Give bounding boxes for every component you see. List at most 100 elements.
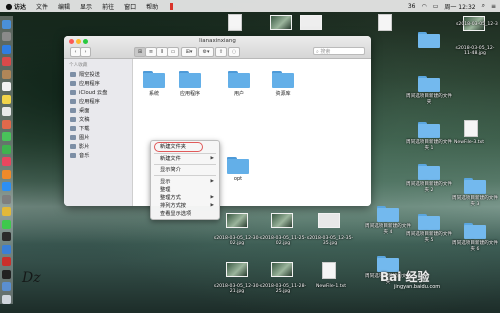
wifi-icon[interactable]: ◠ <box>421 3 426 10</box>
search-icon[interactable]: ⌕ <box>482 2 485 10</box>
folder-label: 用户 <box>233 91 244 97</box>
menu-edit[interactable]: 编辑 <box>58 2 70 11</box>
menu-item-clean-up-by[interactable]: 整理方式 <box>160 194 181 201</box>
folder-label: 系统 <box>148 91 159 97</box>
downloads-icon[interactable] <box>2 282 11 292</box>
menu-bar: ● 访达 文件 编辑 显示 前往 窗口 帮助 36 ◠ ▭ 周一 12:32 ⌕… <box>0 0 500 12</box>
sidebar-item-downloads[interactable]: 下载 <box>70 124 89 132</box>
desktop-icon <box>70 107 76 113</box>
sidebar-item-documents[interactable]: 文稿 <box>70 115 89 123</box>
qq-icon[interactable] <box>2 232 11 242</box>
calendar-icon[interactable] <box>2 82 11 92</box>
reminders-icon[interactable] <box>2 107 11 117</box>
notes-icon[interactable] <box>2 94 11 104</box>
forward-button[interactable]: › <box>80 47 91 57</box>
desktop-folder-icon[interactable] <box>418 214 440 230</box>
apple-menu-icon[interactable]: ● <box>4 2 14 11</box>
settings-icon[interactable] <box>2 194 11 204</box>
menu-divider <box>154 175 216 176</box>
desktop-image-thumbnail[interactable] <box>226 262 248 277</box>
folder-icon <box>272 71 294 88</box>
menu-help[interactable]: 帮助 <box>146 2 158 11</box>
battery-icon[interactable]: ▭ <box>433 3 439 10</box>
desktop-folder-icon[interactable] <box>418 76 440 92</box>
safari-icon[interactable] <box>2 44 11 54</box>
desktop-image-thumbnail[interactable] <box>300 15 322 30</box>
desktop-text-file-icon[interactable] <box>464 120 478 137</box>
app-icon-red[interactable] <box>2 257 11 267</box>
desktop-image-thumbnail[interactable] <box>318 213 340 228</box>
desktop-folder-icon[interactable] <box>377 206 399 222</box>
appstore-icon[interactable] <box>2 182 11 192</box>
menu-app[interactable]: 访达 <box>14 2 26 11</box>
menu-window[interactable]: 窗口 <box>124 2 136 11</box>
contacts-icon[interactable] <box>2 69 11 79</box>
folder-item[interactable]: opt <box>225 157 251 182</box>
action-gear-button[interactable]: ⚙▾ <box>198 47 214 57</box>
sidebar-item-desktop[interactable]: 桌面 <box>70 106 89 114</box>
cloud-icon <box>70 89 76 95</box>
menu-item-view-options[interactable]: 查看显示选项 <box>160 210 191 217</box>
desktop-folder-icon[interactable] <box>418 164 440 180</box>
share-button[interactable]: ⇪ <box>215 47 227 57</box>
sidebar-item-airdrop[interactable]: 隔空投送 <box>70 70 100 78</box>
folder-item[interactable]: 资源库 <box>270 71 296 97</box>
sidebar-item-movies[interactable]: 影片 <box>70 142 89 150</box>
desktop-folder-icon[interactable] <box>418 32 440 48</box>
sidebar-item-label: 桌面 <box>79 107 90 114</box>
desktop-folder-icon[interactable] <box>464 178 486 194</box>
finder-icon[interactable] <box>2 19 11 29</box>
folder-item[interactable]: 应用程序 <box>177 71 203 97</box>
menu-item-clean-up[interactable]: 整理 <box>160 186 170 193</box>
menu-item-new-folder[interactable]: 新建文件夹 <box>160 143 186 150</box>
desktop-folder-icon[interactable] <box>464 223 486 239</box>
menu-item-show[interactable]: 显示 <box>160 178 170 185</box>
sidebar-item-applications[interactable]: 应用程序 <box>70 79 100 87</box>
desktop-file-icon[interactable] <box>378 14 392 31</box>
group-button[interactable]: ⊞▾ <box>181 47 197 57</box>
desktop-folder-icon[interactable] <box>418 122 440 138</box>
menu-divider <box>154 153 216 154</box>
folder-icon <box>228 71 250 88</box>
sidebar-item-icloud[interactable]: iCloud 云盘 <box>70 88 107 96</box>
app-icon-blue[interactable] <box>2 244 11 254</box>
menu-item-sort-by[interactable]: 排列方式按 <box>160 202 186 209</box>
desktop-image-thumbnail[interactable] <box>270 15 292 30</box>
menu-view[interactable]: 显示 <box>80 2 92 11</box>
terminal-icon[interactable] <box>2 269 11 279</box>
music-icon[interactable] <box>2 157 11 167</box>
trash-icon[interactable] <box>2 294 11 304</box>
folder-item[interactable]: 用户 <box>226 71 252 97</box>
wechat-icon[interactable] <box>2 219 11 229</box>
desktop-file-icon[interactable] <box>228 14 242 31</box>
sidebar-item-music[interactable]: 音乐 <box>70 151 89 159</box>
clock[interactable]: 周一 12:32 <box>444 2 475 11</box>
view-gallery-button[interactable]: ▭ <box>167 47 179 57</box>
chrome-icon[interactable] <box>2 207 11 217</box>
launchpad-icon[interactable] <box>2 32 11 42</box>
folder-item[interactable]: 系统 <box>141 71 167 97</box>
books-icon[interactable] <box>2 169 11 179</box>
sidebar-item-pictures[interactable]: 图片 <box>70 133 89 141</box>
menu-go[interactable]: 前往 <box>102 2 114 11</box>
submenu-arrow-icon: ▶ <box>210 195 214 200</box>
desktop-text-file-icon[interactable] <box>322 262 336 279</box>
photos-icon[interactable] <box>2 119 11 129</box>
sidebar-item-apps[interactable]: 应用程序 <box>70 97 100 105</box>
document-icon <box>70 116 76 122</box>
desktop-image-thumbnail[interactable] <box>271 262 293 277</box>
search-input[interactable]: ⌕ 搜索 <box>313 47 365 55</box>
menu-item-new-file[interactable]: 新建文件 <box>160 155 181 162</box>
list-icon[interactable]: ≡ <box>491 3 496 10</box>
desktop-image-thumbnail[interactable] <box>271 213 293 228</box>
desktop-label: s2018-03-05_12-35-35.jpg <box>306 236 354 246</box>
menu-item-get-info[interactable]: 显示简介 <box>160 166 181 173</box>
facetime-icon[interactable] <box>2 144 11 154</box>
mail-icon[interactable] <box>2 57 11 67</box>
desktop-image-thumbnail[interactable] <box>226 213 248 228</box>
tags-button[interactable]: ◌ <box>228 47 240 57</box>
messages-icon[interactable] <box>2 132 11 142</box>
signature-logo: Dz <box>22 270 41 286</box>
menu-file[interactable]: 文件 <box>36 2 48 11</box>
title-bar: lianaxinxiang ‹ › ⊞ ≡ ⫴ ▭ ⊞▾ ⚙▾ ⇪ ◌ ⌕ 搜索 <box>64 36 371 59</box>
